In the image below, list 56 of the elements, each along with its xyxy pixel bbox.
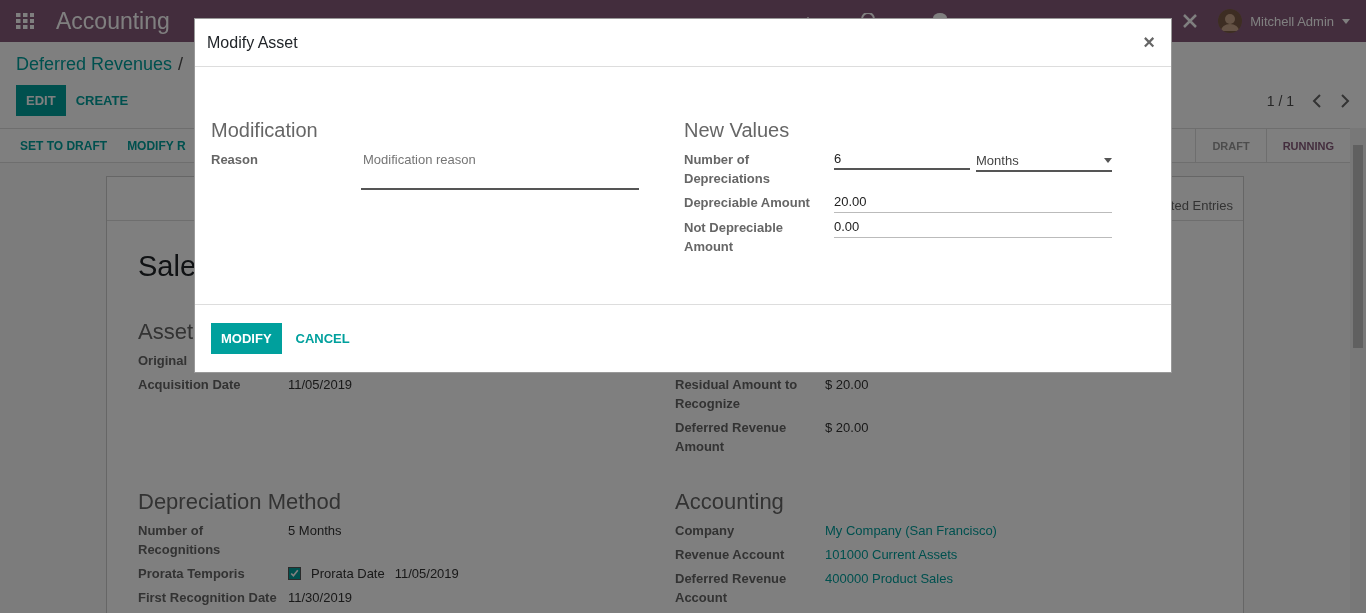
caret-icon [1342, 18, 1350, 24]
field-label: Original [138, 352, 189, 370]
avatar[interactable] [1218, 9, 1243, 33]
field-label: Deferred Revenue Amount [675, 419, 788, 456]
section-heading: New Values [684, 119, 790, 142]
next-icon[interactable] [1340, 93, 1350, 108]
field-label: Not Depreciable Amount [684, 219, 784, 256]
field-label: Number of Recognitions [138, 522, 222, 559]
field-label: Residual Amount to Recognize [675, 376, 799, 413]
previous-icon[interactable] [1312, 93, 1322, 108]
pager-value: 1 / 1 [1266, 92, 1294, 109]
amount-field[interactable]: 20.00 [834, 193, 1112, 213]
field-label: Depreciable Amount [684, 194, 811, 212]
tools-icon[interactable] [1182, 13, 1199, 29]
breadcrumb-link[interactable]: Deferred Revenues [16, 54, 173, 75]
field-link[interactable]: 101000 Current Assets [825, 545, 1212, 564]
checkbox[interactable] [288, 567, 301, 580]
breadcrumb-separator: / [178, 54, 184, 75]
action-button[interactable]: SET TO DRAFT [10, 132, 118, 159]
action-button[interactable]: EDIT [16, 85, 66, 116]
unit-dropdown[interactable]: Months [976, 150, 1112, 172]
section-heading: Asset [138, 319, 194, 345]
scrollbar[interactable] [1350, 128, 1366, 613]
field-label: Prorata Temporis [138, 565, 246, 583]
field-label: Reason [211, 151, 259, 169]
amount-field[interactable]: 0.00 [834, 218, 1112, 238]
field-link[interactable]: My Company (San Francisco) [825, 521, 1212, 540]
app-title: Accounting [56, 7, 170, 35]
field-label: Acquisition Date [138, 376, 242, 394]
field-label: Revenue Account [675, 546, 786, 564]
apps-icon[interactable] [16, 13, 34, 29]
section-heading: Depreciation Method [138, 489, 341, 515]
field-value: 11/05/2019 [288, 376, 354, 394]
record-title: Sale [138, 250, 198, 283]
action-button[interactable]: CREATE [65, 85, 139, 116]
field-label: Deferred Revenue Account [675, 570, 788, 607]
field-link[interactable]: 400000 Product Sales [825, 569, 1212, 607]
user-menu[interactable]: Mitchell Admin [1250, 13, 1334, 29]
section-heading: Modification [211, 119, 318, 142]
field-value: 11/05/2019 [394, 565, 459, 583]
field-label: Company [675, 522, 736, 540]
action-button[interactable]: MODIFY R [117, 132, 196, 159]
action-button[interactable]: CANCEL [285, 323, 360, 354]
field-value: $ 20.00 [825, 376, 870, 394]
caret-icon [1104, 157, 1112, 163]
number-field[interactable]: 6 [834, 150, 970, 170]
section-heading: Accounting [675, 489, 784, 515]
field-label: Number of Depreciations [684, 151, 771, 188]
close-button[interactable]: × [1139, 31, 1159, 54]
field-value: $ 20.00 [825, 419, 870, 437]
field-label: First Recognition Date [138, 589, 278, 607]
dialog-title: Modify Asset [207, 33, 298, 52]
field-value: Prorata Date [311, 565, 385, 583]
field-value: 5 Months [288, 522, 343, 540]
field-value: 11/30/2019 [288, 589, 354, 607]
action-button[interactable]: MODIFY [211, 323, 282, 354]
